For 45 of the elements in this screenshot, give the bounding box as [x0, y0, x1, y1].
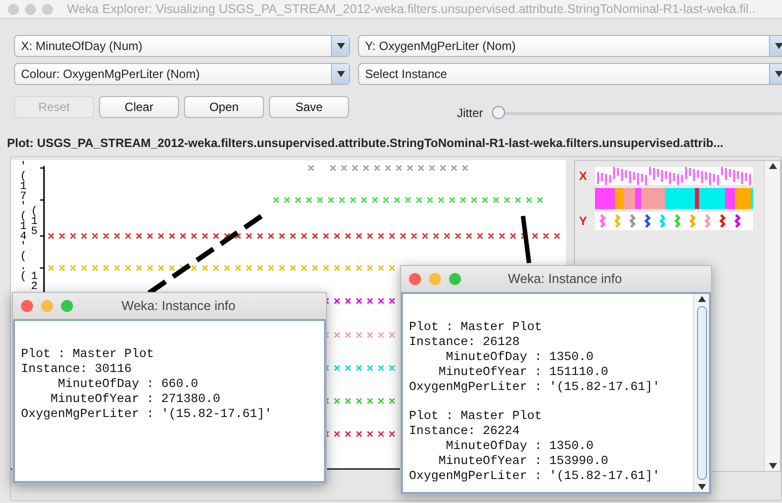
scroll-down-icon[interactable]: [774, 43, 782, 49]
axis-label: '(17'(14'(.(: [20, 161, 27, 283]
window-title: Weka: Instance info: [507, 270, 623, 288]
action-button[interactable]: Open: [184, 96, 264, 118]
scroll-down-icon[interactable]: [768, 463, 776, 469]
attribute-strip-drawing[interactable]: [595, 212, 753, 230]
window-title: Weka: Instance info: [120, 297, 236, 316]
jitter-slider[interactable]: [492, 106, 782, 120]
axis-label: (15: [31, 206, 38, 238]
scroll-down-icon[interactable]: [774, 71, 782, 77]
scroll-up-icon[interactable]: [768, 163, 776, 169]
window-control-button[interactable]: [449, 273, 461, 285]
attribute-strip-drawing[interactable]: [595, 167, 753, 185]
scroll-down-icon[interactable]: [698, 484, 706, 490]
plot-title: Plot: USGS_PA_STREAM_2012-weka.filters.unsupervised.attribute.StringToNominal-R1-last-weka.filters.unsupervised.attrib...: [7, 135, 724, 152]
action-button[interactable]: Save: [269, 96, 349, 118]
scrollbar[interactable]: [764, 161, 780, 471]
scroll-up-icon[interactable]: [698, 296, 706, 302]
window-control-button[interactable]: [409, 273, 421, 285]
window-control-button[interactable]: [61, 300, 73, 312]
action-button[interactable]: Clear: [99, 96, 179, 118]
window-control-button[interactable]: [21, 300, 33, 312]
axis-letter: Y: [579, 213, 588, 230]
solid-line: [520, 216, 532, 264]
axis-label: 12: [31, 271, 38, 293]
window-title: Weka Explorer: Visualizing USGS_PA_STREAM_2012-weka.filters.unsupervised.attribute.StringToNominal-R1-last-weka.fil..: [67, 0, 756, 18]
attribute-dropdown[interactable]: Y: OxygenMgPerLiter (Nom): [358, 35, 782, 57]
window-control-button[interactable]: [41, 300, 53, 312]
attribute-dropdown[interactable]: Select Instance: [358, 63, 782, 85]
window-control-button[interactable]: [429, 273, 441, 285]
scrollbar-thumb[interactable]: [696, 306, 706, 480]
window-control-button[interactable]: [25, 4, 36, 14]
jitter-label: Jitter: [457, 105, 484, 122]
instance-record: Plot : Master Plot Instance: 26128 MinuteOfDay : 1350.0 MinuteOfYear : 151110.0 OxygenMgPerLiter : '(15.82-17.61]': [409, 320, 661, 395]
axis-letter: X: [579, 168, 588, 185]
attribute-dropdown[interactable]: X: MinuteOfDay (Num): [14, 35, 350, 57]
scroll-down-icon[interactable]: [336, 43, 344, 49]
window-control-button[interactable]: [42, 4, 53, 14]
instance-record: Plot : Master Plot Instance: 26224 MinuteOfDay : 1350.0 MinuteOfYear : 153990.0 OxygenMgPerLiter : '(15.82-17.61]': [409, 409, 661, 484]
attribute-strip-drawing[interactable]: [595, 188, 753, 209]
scroll-down-icon[interactable]: [336, 71, 344, 77]
scrollbar[interactable]: [693, 294, 709, 492]
instance-record: Plot : Master Plot Instance: 30116 MinuteOfDay : 660.0 MinuteOfYear : 271380.0 OxygenMgPerLiter : '(15.82-17.61]': [21, 347, 273, 422]
attribute-dropdown[interactable]: Colour: OxygenMgPerLiter (Nom): [14, 63, 350, 85]
window-control-button[interactable]: [8, 4, 19, 14]
